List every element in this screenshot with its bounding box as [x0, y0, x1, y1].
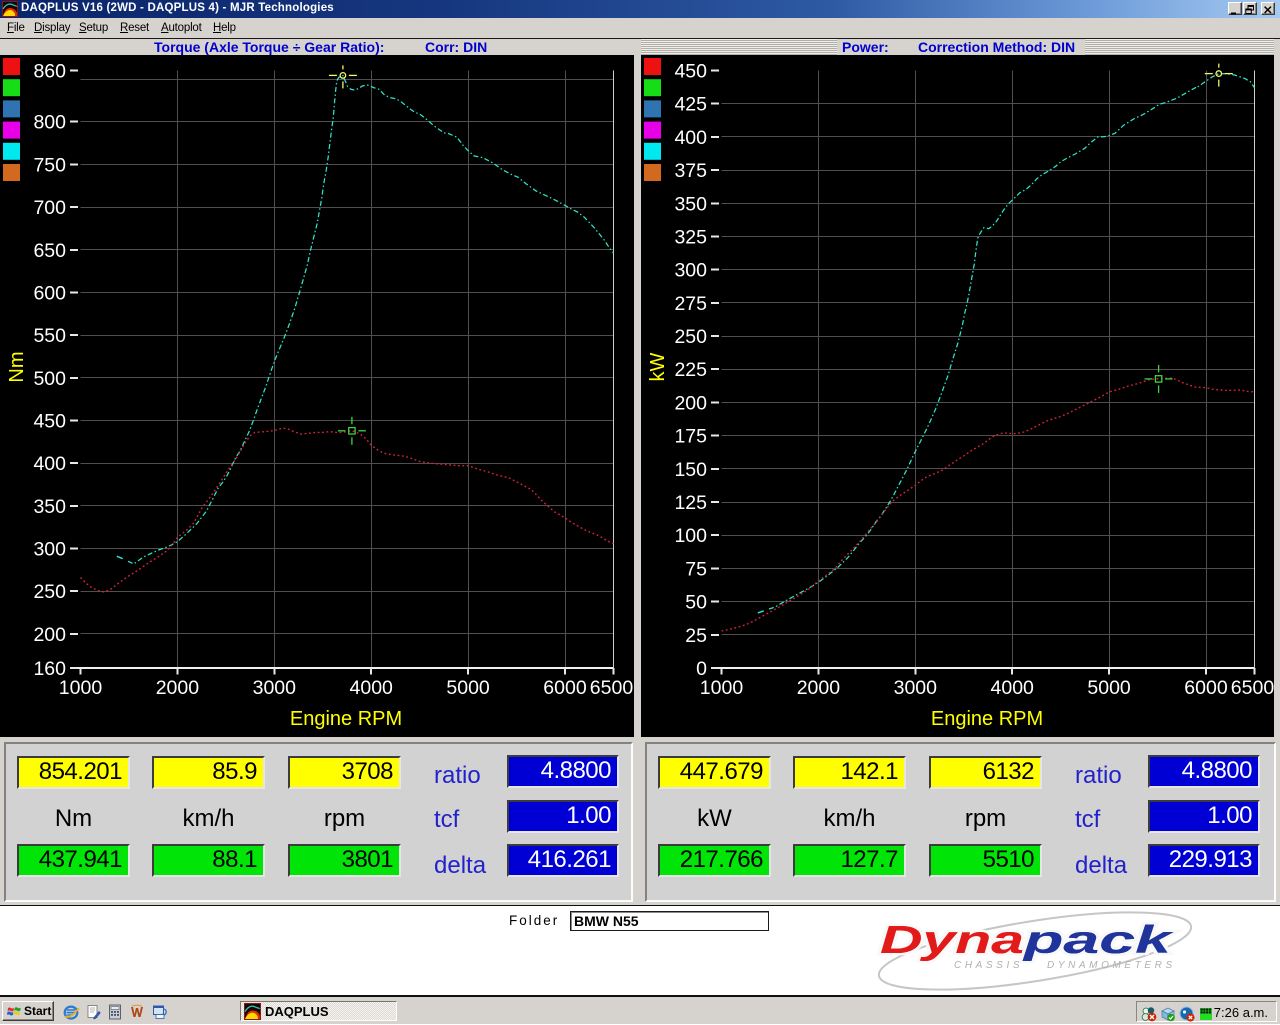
svg-text:300: 300 [33, 539, 66, 561]
svg-text:1000: 1000 [59, 677, 103, 699]
svg-text:Engine RPM: Engine RPM [290, 708, 402, 730]
svg-text:375: 375 [674, 160, 707, 182]
svg-text:250: 250 [33, 581, 66, 603]
svg-text:200: 200 [33, 624, 66, 646]
svg-text:3000: 3000 [253, 677, 297, 699]
svg-text:600: 600 [33, 282, 66, 304]
svg-text:25: 25 [685, 625, 707, 647]
svg-text:6000: 6000 [1184, 677, 1228, 699]
svg-text:750: 750 [33, 154, 66, 176]
svg-text:Engine RPM: Engine RPM [931, 708, 1043, 730]
svg-text:325: 325 [674, 227, 707, 249]
svg-text:860: 860 [33, 61, 66, 83]
svg-text:2000: 2000 [156, 677, 200, 699]
svg-text:200: 200 [674, 392, 707, 414]
svg-text:250: 250 [674, 326, 707, 348]
svg-text:4000: 4000 [350, 677, 394, 699]
svg-text:6000: 6000 [543, 677, 587, 699]
svg-text:400: 400 [674, 127, 707, 149]
svg-text:150: 150 [674, 459, 707, 481]
svg-text:225: 225 [674, 359, 707, 381]
svg-text:3000: 3000 [894, 677, 938, 699]
svg-text:pack: pack [1022, 919, 1174, 962]
svg-text:kW: kW [647, 352, 669, 381]
svg-text:6500: 6500 [1231, 677, 1274, 699]
svg-text:CHASSIS: CHASSIS [954, 960, 1023, 971]
svg-text:300: 300 [674, 260, 707, 282]
svg-text:2000: 2000 [797, 677, 841, 699]
svg-text:DYNAMOMETERS: DYNAMOMETERS [1047, 960, 1176, 971]
svg-text:650: 650 [33, 240, 66, 262]
svg-text:Nm: Nm [6, 351, 28, 382]
svg-text:350: 350 [33, 496, 66, 518]
svg-text:1000: 1000 [700, 677, 744, 699]
svg-text:4000: 4000 [991, 677, 1035, 699]
svg-text:125: 125 [674, 492, 707, 514]
svg-text:350: 350 [674, 193, 707, 215]
svg-text:175: 175 [674, 426, 707, 448]
svg-text:700: 700 [33, 197, 66, 219]
svg-text:400: 400 [33, 453, 66, 475]
svg-text:500: 500 [33, 368, 66, 390]
svg-text:5000: 5000 [446, 677, 490, 699]
svg-text:800: 800 [33, 112, 66, 134]
svg-text:425: 425 [674, 94, 707, 116]
svg-text:100: 100 [674, 525, 707, 547]
svg-text:50: 50 [685, 592, 707, 614]
svg-text:Dyna: Dyna [880, 919, 1024, 962]
svg-text:5000: 5000 [1087, 677, 1131, 699]
svg-text:450: 450 [33, 411, 66, 433]
svg-text:75: 75 [685, 558, 707, 580]
svg-text:550: 550 [33, 325, 66, 347]
svg-text:450: 450 [674, 61, 707, 83]
svg-text:275: 275 [674, 293, 707, 315]
svg-text:6500: 6500 [590, 677, 634, 699]
